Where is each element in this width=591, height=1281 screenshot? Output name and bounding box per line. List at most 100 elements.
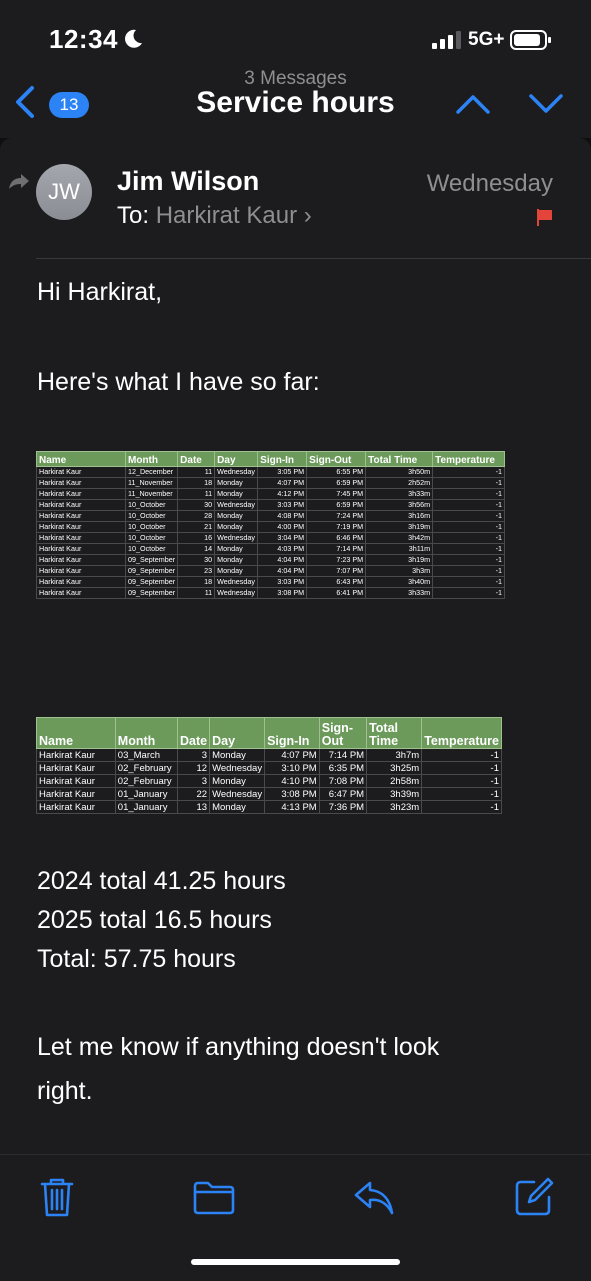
table-cell: 02_February — [114, 774, 179, 788]
table-cell: Wednesday — [209, 787, 266, 801]
closing-line-1: Let me know if anything doesn't look — [37, 1033, 440, 1061]
table-cell: Wednesday — [214, 576, 259, 588]
table-cell: Harkirat Kaur — [36, 543, 126, 555]
intro-text: Here's what I have so far: — [37, 368, 320, 396]
chevron-up-icon[interactable] — [454, 90, 492, 118]
forwarded-icon — [9, 174, 29, 189]
table-cell: Monday — [214, 477, 259, 489]
table-cell: 7:36 PM — [318, 800, 368, 814]
table-cell: 01_January — [114, 800, 179, 814]
table-cell: 6:35 PM — [318, 761, 368, 775]
table-cell: 18 — [177, 576, 216, 588]
flag-icon[interactable] — [535, 207, 555, 227]
table-row: Harkirat Kaur 10_October 30 Wednesday 3:03 P… — [36, 499, 505, 511]
table-cell: Monday — [209, 800, 266, 814]
table-cell: Harkirat Kaur — [36, 587, 126, 599]
table-cell: 18 — [177, 477, 216, 489]
table-row: Harkirat Kaur 02_February 3 Monday 4:10 PM 7:… — [36, 774, 502, 788]
table-cell: 14 — [177, 543, 216, 555]
hours-table-2025: Name Month Date Day Sign-In Sign-Out Tot… — [36, 717, 502, 814]
recipient-name[interactable]: Harkirat Kaur — [156, 202, 297, 229]
table-cell: 7:23 PM — [306, 554, 367, 566]
table-cell: 23 — [177, 565, 216, 577]
table-cell: 21 — [177, 521, 216, 533]
table-cell: Harkirat Kaur — [36, 488, 126, 500]
network-type: 5G+ — [468, 29, 505, 50]
col-header: Day — [209, 717, 266, 749]
folder-icon[interactable] — [192, 1175, 236, 1219]
table-row: Harkirat Kaur 09_September 23 Monday 4:04 PM… — [36, 565, 505, 577]
table-cell: Wednesday — [214, 466, 259, 478]
table-cell: 7:08 PM — [318, 774, 368, 788]
table-cell: Monday — [214, 554, 259, 566]
table-cell: 02_February — [114, 761, 179, 775]
table-cell: Wednesday — [209, 761, 266, 775]
table-cell: 3:08 PM — [264, 787, 320, 801]
table-cell: Harkirat Kaur — [36, 565, 126, 577]
table-cell: 13 — [176, 800, 211, 814]
header-divider — [36, 258, 591, 259]
table-header-row: Name Month Date Day Sign-In Sign-Out Tot… — [36, 717, 502, 749]
table-cell: 3h19m — [365, 554, 434, 566]
compose-icon[interactable] — [512, 1175, 556, 1219]
table-cell: Harkirat Kaur — [36, 576, 126, 588]
table-cell: Harkirat Kaur — [36, 554, 126, 566]
table-cell: 4:12 PM — [257, 488, 308, 500]
reply-icon[interactable] — [352, 1175, 396, 1219]
table-cell: 7:07 PM — [306, 565, 367, 577]
table-cell: 3h7m — [366, 748, 423, 762]
table-cell: Harkirat Kaur — [36, 466, 126, 478]
table-cell: 7:14 PM — [318, 748, 368, 762]
table-cell: -1 — [432, 466, 505, 478]
table-cell: 10_October — [124, 543, 179, 555]
table-cell: 3:03 PM — [257, 576, 308, 588]
table-cell: 4:13 PM — [264, 800, 320, 814]
recipient-line[interactable]: To: Harkirat Kaur › — [117, 202, 312, 230]
table-cell: 11 — [177, 466, 216, 478]
table-cell: 10_October — [124, 532, 179, 544]
table-cell: 11_November — [124, 477, 179, 489]
table-cell: Monday — [209, 748, 266, 762]
table-cell: 4:08 PM — [257, 510, 308, 522]
table-cell: Harkirat Kaur — [36, 477, 126, 489]
table-cell: Harkirat Kaur — [36, 532, 126, 544]
table-cell: -1 — [421, 774, 502, 788]
table-cell: 2h58m — [366, 774, 423, 788]
table-cell: 4:07 PM — [264, 748, 320, 762]
table-row: Harkirat Kaur 11_November 18 Monday 4:07 PM 6… — [36, 477, 505, 489]
battery-icon — [510, 30, 551, 50]
message-date: Wednesday — [426, 170, 553, 197]
moon-icon — [125, 29, 142, 48]
table-cell: 3:10 PM — [264, 761, 320, 775]
table-cell: 7:45 PM — [306, 488, 367, 500]
table-body-2024: Harkirat Kaur 12_December 11 Wednesday 3:05 … — [36, 466, 505, 599]
table-cell: 3h33m — [365, 488, 434, 500]
chevron-down-icon[interactable] — [527, 90, 565, 118]
table-cell: Wednesday — [214, 532, 259, 544]
closing-line-2: right. — [37, 1077, 93, 1105]
table-cell: 3h40m — [365, 576, 434, 588]
table-cell: Monday — [209, 774, 266, 788]
col-header: Temperature — [421, 717, 502, 749]
table-cell: 30 — [177, 499, 216, 511]
avatar[interactable]: JW — [36, 164, 92, 220]
sender-name[interactable]: Jim Wilson — [117, 166, 259, 197]
table-cell: 09_September — [124, 565, 179, 577]
table-cell: 11 — [177, 488, 216, 500]
table-cell: -1 — [421, 787, 502, 801]
hours-table-2024: Name Month Date Day Sign-In Sign-Out Tot… — [36, 451, 505, 599]
table-cell: Monday — [214, 488, 259, 500]
table-cell: 3h39m — [366, 787, 423, 801]
col-header: Month — [124, 451, 179, 467]
table-cell: -1 — [421, 748, 502, 762]
table-cell: 3h19m — [365, 521, 434, 533]
trash-icon[interactable] — [35, 1175, 79, 1219]
table-cell: 10_October — [124, 521, 179, 533]
table-cell: 3:03 PM — [257, 499, 308, 511]
table-cell: 3h33m — [365, 587, 434, 599]
table-cell: Harkirat Kaur — [36, 499, 126, 511]
table-cell: Harkirat Kaur — [36, 761, 116, 775]
table-cell: 3h42m — [365, 532, 434, 544]
signal-icon — [432, 31, 461, 49]
col-header: Date — [177, 451, 216, 467]
